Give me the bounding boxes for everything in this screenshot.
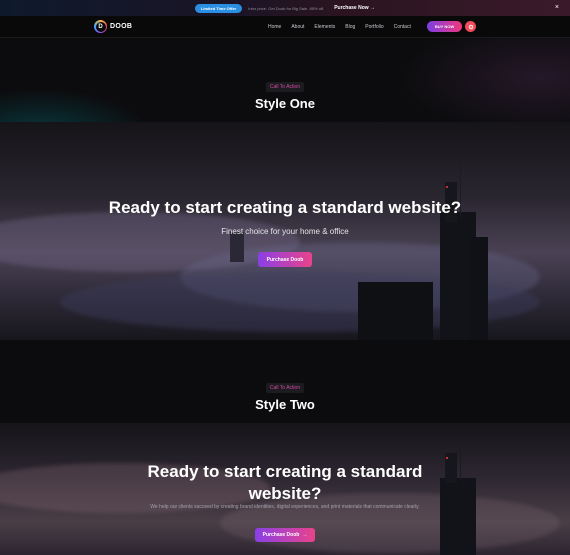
section-pill: Call To Action [265, 82, 305, 92]
building [470, 237, 488, 340]
site-header: D DOOB Home About Elements Blog Portfoli… [0, 16, 570, 38]
nav-item-portfolio[interactable]: Portfolio [365, 24, 383, 30]
logo[interactable]: D DOOB [94, 20, 132, 33]
nav-item-blog[interactable]: Blog [345, 24, 355, 30]
close-icon[interactable]: × [555, 3, 559, 13]
logo-mark: D [94, 20, 107, 33]
logo-text: DOOB [110, 23, 133, 30]
banner-subtitle: We help our clients succeed by creating … [150, 504, 420, 510]
section-pill: Call To Action [265, 383, 305, 393]
promo-text: Intro price. Get Doob for Big Sale -95% … [248, 5, 325, 11]
distant-building [230, 232, 244, 262]
purchase-now-link[interactable]: Purchase Now → [334, 5, 375, 11]
banner-title: Ready to start creating a standard websi… [147, 462, 423, 503]
arrow-right-icon: → [370, 5, 376, 11]
nav-item-contact[interactable]: Contact [394, 24, 411, 30]
cta-banner-one: Ready to start creating a standard websi… [0, 122, 570, 340]
section-two-header: Call To Action Style Two [0, 340, 570, 423]
tower-light [446, 457, 448, 459]
main-nav: Home About Elements Blog Portfolio Conta… [268, 24, 411, 30]
gear-icon [468, 24, 473, 29]
limited-offer-badge: Limited Time Offer [194, 3, 243, 13]
banner-title: Ready to start creating a standard websi… [108, 198, 462, 217]
purchase-doob-button[interactable]: Purchase Doob → [255, 528, 315, 542]
settings-button[interactable] [465, 21, 476, 32]
nav-item-elements[interactable]: Elements [314, 24, 335, 30]
arrow-right-icon: → [302, 532, 308, 538]
purchase-doob-button[interactable]: Purchase Doob [258, 252, 312, 267]
section-title: Style Two [255, 397, 315, 412]
section-one-header: Call To Action Style One [0, 38, 570, 122]
promo-bar: Limited Time Offer Intro price. Get Doob… [0, 0, 570, 16]
buy-now-button[interactable]: BUY NOW [427, 21, 462, 32]
section-title: Style One [255, 96, 315, 111]
building [358, 282, 433, 340]
nav-item-about[interactable]: About [291, 24, 304, 30]
cta-banner-two: Ready to start creating a standard websi… [0, 423, 570, 555]
nav-item-home[interactable]: Home [268, 24, 281, 30]
banner-subtitle: Finest choice for your home & office [221, 227, 349, 236]
tower-light [446, 186, 448, 188]
